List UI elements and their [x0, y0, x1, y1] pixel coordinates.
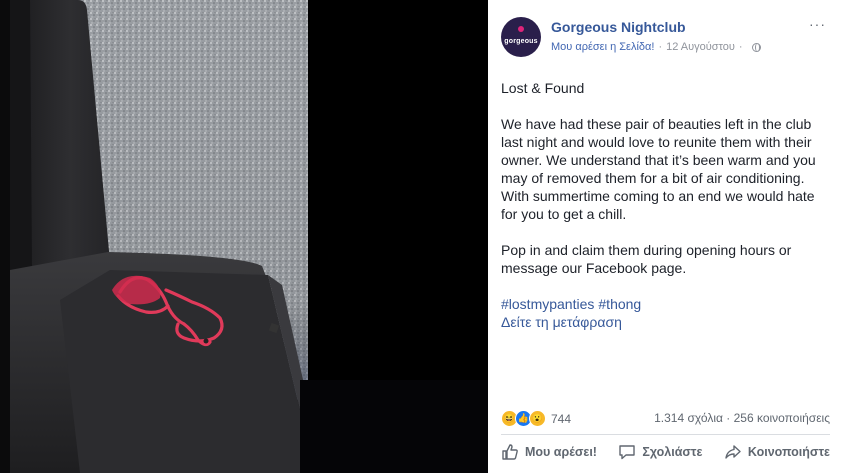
- post-options-icon[interactable]: ···: [809, 16, 826, 32]
- hashtag-link[interactable]: #lostmypanties: [501, 296, 594, 312]
- hashtag-link[interactable]: #thong: [598, 296, 641, 312]
- globe-icon: [751, 42, 761, 52]
- wow-reaction-icon: 😮: [529, 410, 546, 427]
- share-icon: [725, 445, 741, 459]
- post-panel: gorgeous Gorgeous Nightclub Μου αρέσει η…: [488, 0, 848, 473]
- like-button-label: Μου αρέσει!: [525, 445, 597, 459]
- reaction-count: 744: [551, 411, 572, 426]
- divider: [501, 434, 830, 435]
- thumbs-up-icon: [502, 444, 518, 460]
- avatar-logo-mark: [518, 26, 524, 32]
- stats-separator: ·: [726, 411, 731, 425]
- comment-button-label: Σχολιάστε: [642, 445, 703, 459]
- page-name-link[interactable]: Gorgeous Nightclub: [551, 19, 686, 35]
- post-stats: 1.314 σχόλια · 256 κοινοποιήσεις: [654, 411, 830, 425]
- comment-icon: [619, 445, 636, 460]
- shares-count-link[interactable]: 256 κοινοποιήσεις: [734, 411, 830, 425]
- avatar-logo-text: gorgeous: [504, 37, 538, 45]
- post-photo[interactable]: [0, 0, 488, 473]
- post-paragraph-title: Lost & Found: [501, 80, 585, 96]
- comments-count-link[interactable]: 1.314 σχόλια: [654, 411, 723, 425]
- post-actions: Μου αρέσει! Σχολιάστε Κοινοποιήστε: [501, 443, 830, 461]
- like-button[interactable]: Μου αρέσει!: [501, 443, 597, 461]
- comment-button[interactable]: Σχολιάστε: [618, 443, 702, 461]
- see-translation-link[interactable]: Δείτε τη μετάφραση: [501, 313, 831, 331]
- hashtags: #lostmypanties #thong: [501, 295, 831, 313]
- meta-separator-2: ·: [738, 41, 743, 53]
- page-avatar[interactable]: gorgeous: [501, 17, 541, 57]
- share-button[interactable]: Κοινοποιήστε: [724, 443, 830, 461]
- post-body: Lost & Found We have had these pair of b…: [501, 79, 831, 331]
- post-date[interactable]: 12 Αυγούστου: [666, 41, 735, 53]
- share-button-label: Κοινοποιήστε: [747, 445, 830, 459]
- post-paragraph: Pop in and claim them during opening hou…: [501, 242, 792, 276]
- reactions-summary[interactable]: 😆 👍 😮 744: [501, 410, 571, 427]
- post-paragraph: We have had these pair of beauties left …: [501, 116, 816, 222]
- like-page-link[interactable]: Μου αρέσει η Σελίδα!: [551, 41, 654, 53]
- photo-image: [0, 0, 488, 473]
- post-meta: Μου αρέσει η Σελίδα! · 12 Αυγούστου ·: [551, 41, 761, 53]
- meta-separator: ·: [658, 41, 663, 53]
